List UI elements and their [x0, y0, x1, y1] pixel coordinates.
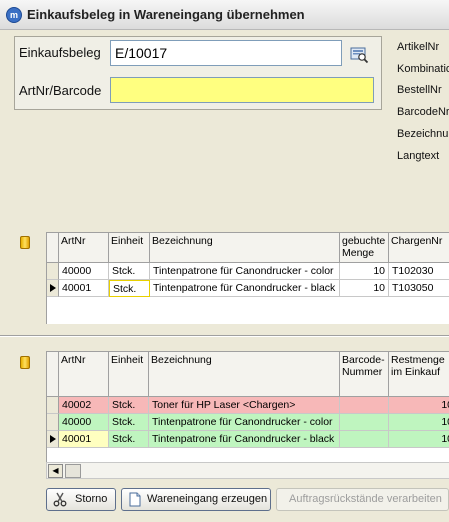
cell-restmenge: 10: [389, 414, 449, 431]
cell-bezeichnung: Tintenpatrone für Canondrucker - black: [149, 431, 340, 448]
cell-bezeichnung: Tintenpatrone für Canondrucker - black: [150, 280, 340, 297]
cell-artnr: 40001: [59, 280, 109, 297]
booked-items-grid: ArtNr Einheit Bezeichnung gebuchte Menge…: [46, 232, 449, 324]
table-row[interactable]: 40001 Stck. Tintenpatrone für Canondruck…: [47, 431, 449, 448]
cell-barcode: [340, 414, 389, 431]
column-header-einheit[interactable]: Einheit: [109, 352, 149, 397]
table-row[interactable]: 40000 Stck. Tintenpatrone für Canondruck…: [47, 414, 449, 431]
column-header-chargennr[interactable]: ChargenNr: [389, 233, 449, 263]
cell-artnr[interactable]: 40001: [59, 431, 109, 448]
scroll-thumb[interactable]: [65, 464, 81, 478]
detail-label-kombination: Kombinatio: [397, 63, 449, 75]
pending-items-grid: ArtNr Einheit Bezeichnung Barcode-Nummer…: [46, 351, 449, 462]
wareneingang-erzeugen-button[interactable]: Wareneingang erzeugen: [121, 488, 271, 511]
header-form-panel: Einkaufsbeleg E/10017 ArtNr/Barcode: [14, 36, 382, 110]
cell-chargennr: T103050: [389, 280, 449, 297]
grid-marker-icon[interactable]: [20, 356, 30, 369]
title-bar: m Einkaufsbeleg in Wareneingang übernehm…: [0, 0, 449, 30]
table-row[interactable]: 40002 Stck. Toner für HP Laser <Chargen>…: [47, 397, 449, 414]
cell-bezeichnung: Tintenpatrone für Canondrucker - color: [150, 263, 340, 280]
row-indicator-header: [47, 233, 59, 263]
cell-menge: 10: [340, 263, 389, 280]
column-header-artnr[interactable]: ArtNr: [59, 233, 109, 263]
column-header-barcode-nummer[interactable]: Barcode-Nummer: [340, 352, 389, 397]
cell-barcode: [340, 397, 389, 414]
column-header-gebuchte-menge[interactable]: gebuchte Menge: [340, 233, 389, 263]
document-icon: [129, 492, 141, 507]
cell-artnr: 40000: [59, 414, 109, 431]
row-indicator: [47, 397, 59, 414]
cell-einheit: Stck.: [109, 397, 149, 414]
cell-bezeichnung: Toner für HP Laser <Chargen>: [149, 397, 340, 414]
table-row[interactable]: 40001 Stck. Tintenpatrone für Canondruck…: [47, 280, 449, 297]
cell-einheit: Stck.: [109, 414, 149, 431]
wareneingang-erzeugen-label: Wareneingang erzeugen: [147, 493, 268, 505]
row-indicator: [47, 414, 59, 431]
auftragsrueckstaende-button: Auftragsrückstände verarbeiten: [276, 488, 449, 511]
cell-einheit[interactable]: Stck.: [109, 280, 150, 297]
column-header-einheit[interactable]: Einheit: [109, 233, 150, 263]
cell-einheit: Stck.: [109, 431, 149, 448]
row-indicator-header: [47, 352, 59, 397]
splitter[interactable]: [0, 335, 449, 337]
cell-artnr: 40002: [59, 397, 109, 414]
artnr-barcode-input[interactable]: [110, 77, 374, 103]
horizontal-scrollbar[interactable]: ◀: [46, 462, 449, 479]
table-row[interactable]: 40000 Stck. Tintenpatrone für Canondruck…: [47, 263, 449, 280]
scissors-icon: [53, 492, 67, 507]
window-title: Einkaufsbeleg in Wareneingang übernehmen: [27, 7, 305, 22]
detail-label-artikelnr: ArtikelNr: [397, 41, 440, 53]
current-row-indicator-icon: [47, 280, 59, 297]
cell-einheit: Stck.: [109, 263, 150, 280]
detail-label-bezeichnung: Bezeichnun: [397, 128, 449, 140]
detail-label-bestellnr: BestellNr: [397, 84, 442, 96]
detail-label-langtext: Langtext: [397, 150, 440, 162]
artnr-barcode-label: ArtNr/Barcode: [19, 83, 102, 98]
lookup-icon[interactable]: [349, 44, 369, 64]
einkaufsbeleg-input[interactable]: E/10017: [110, 40, 342, 66]
cell-menge: 10: [340, 280, 389, 297]
column-header-bezeichnung[interactable]: Bezeichnung: [150, 233, 340, 263]
cell-chargennr: T102030: [389, 263, 449, 280]
column-header-bezeichnung[interactable]: Bezeichnung: [149, 352, 340, 397]
current-row-indicator-icon: [47, 431, 59, 448]
column-header-artnr[interactable]: ArtNr: [59, 352, 109, 397]
auftragsrueckstaende-label: Auftragsrückstände verarbeiten: [289, 493, 442, 505]
scroll-left-icon[interactable]: ◀: [48, 464, 63, 478]
grid-marker-icon[interactable]: [20, 236, 30, 249]
cell-restmenge: 10: [389, 431, 449, 448]
m-logo-icon: m: [6, 7, 22, 23]
column-header-restmenge[interactable]: Restmenge im Einkauf: [389, 352, 449, 397]
einkaufsbeleg-label: Einkaufsbeleg: [19, 45, 101, 60]
storno-label: Storno: [75, 493, 108, 505]
cell-bezeichnung: Tintenpatrone für Canondrucker - color: [149, 414, 340, 431]
cell-restmenge: 10: [389, 397, 449, 414]
storno-button[interactable]: Storno: [46, 488, 116, 511]
row-indicator: [47, 263, 59, 280]
cell-artnr: 40000: [59, 263, 109, 280]
detail-label-barcodenr: BarcodeNr: [397, 106, 449, 118]
cell-barcode: [340, 431, 389, 448]
